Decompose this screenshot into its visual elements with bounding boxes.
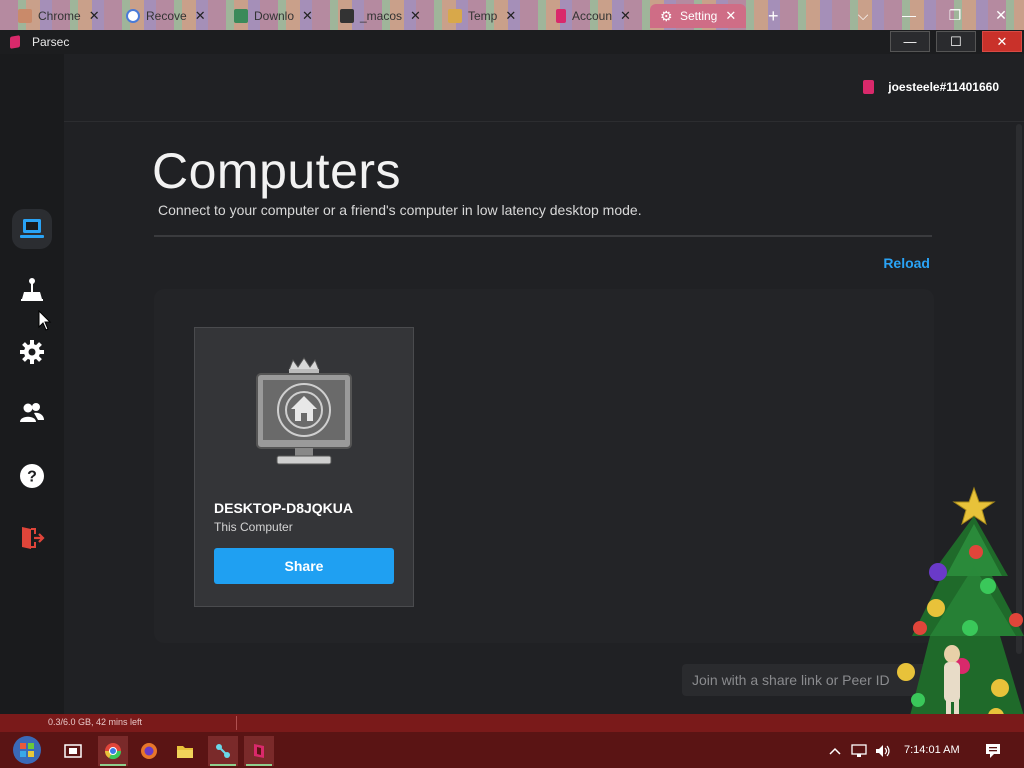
tab-search-icon[interactable]: ⌵ <box>840 0 886 30</box>
parsec-logo-icon <box>863 80 875 94</box>
status-strip: 0.3/6.0 GB, 42 mins left <box>0 714 1024 732</box>
parsec-icon <box>556 9 566 23</box>
taskbar-chrome[interactable] <box>98 736 128 766</box>
computers-panel: DESKTOP-D8JQKUA This Computer Share <box>154 289 934 643</box>
chrome-icon <box>104 743 122 760</box>
taskbar-parsec[interactable] <box>244 736 274 766</box>
browser-tab[interactable]: Recove ✕ <box>126 4 206 28</box>
main-content: joesteele#11401660 Computers Connect to … <box>64 54 1024 714</box>
browser-tab[interactable]: Accoun ✕ <box>556 4 631 28</box>
window-titlebar[interactable]: Parsec — ☐ ✕ <box>0 30 1024 54</box>
close-icon[interactable]: ✕ <box>89 8 100 24</box>
browser-close-button[interactable]: ✕ <box>978 0 1024 30</box>
christmas-tree-widget <box>897 486 1024 730</box>
tab-label: Chrome <box>38 9 81 23</box>
window-minimize-button[interactable]: — <box>890 31 930 52</box>
sidebar-item-help[interactable]: ? <box>12 456 52 496</box>
windows-logo-icon <box>13 736 41 764</box>
share-button[interactable]: Share <box>214 548 394 584</box>
taskbar-file-explorer[interactable] <box>170 736 200 766</box>
action-center-button[interactable] <box>978 736 1008 766</box>
taskbar: 7:14:01 AM <box>0 732 1024 768</box>
new-tab-button[interactable]: + <box>768 4 779 28</box>
top-bar: joesteele#11401660 <box>64 54 1024 122</box>
envelope-icon <box>448 9 462 23</box>
sidebar-item-settings[interactable] <box>12 332 52 372</box>
tab-label: Accoun <box>572 9 613 23</box>
tray-volume-button[interactable] <box>872 736 894 766</box>
browser-minimize-button[interactable]: — <box>886 0 932 30</box>
tab-label: Downlo <box>254 9 295 23</box>
notification-icon <box>986 744 1000 758</box>
status-text: 0.3/6.0 GB, 42 mins left <box>48 717 143 727</box>
tab-label: Temp <box>468 9 498 23</box>
taskbar-network-app[interactable] <box>208 736 238 766</box>
close-icon[interactable]: ✕ <box>302 8 313 24</box>
parsec-icon <box>254 744 264 758</box>
parsec-logo-icon <box>10 35 20 49</box>
browser-tab-strip: Chrome ✕ Recove ✕ Downlo ✕ _macos ✕ Temp… <box>0 0 1024 30</box>
archive-icon <box>340 9 354 23</box>
start-button[interactable] <box>10 733 44 767</box>
close-icon[interactable]: ✕ <box>410 8 421 24</box>
browser-tab-active[interactable]: ⚙ Setting ✕ <box>650 4 747 28</box>
page-subtitle: Connect to your computer or a friend's c… <box>158 202 642 218</box>
gear-icon: ⚙ <box>660 8 673 24</box>
firefox-icon <box>141 743 157 759</box>
sidebar-item-arcade[interactable] <box>12 270 52 310</box>
reload-button[interactable]: Reload <box>883 255 930 271</box>
logout-icon <box>22 527 45 549</box>
network-icon <box>851 744 867 757</box>
window-maximize-button[interactable]: ☐ <box>936 31 976 52</box>
window-title: Parsec <box>32 35 70 49</box>
page-title: Computers <box>152 143 402 199</box>
divider <box>236 716 237 730</box>
users-icon <box>20 403 44 422</box>
laptop-icon <box>20 219 44 238</box>
gear-icon <box>20 340 44 364</box>
joystick-icon <box>21 278 43 301</box>
chevron-up-icon <box>829 747 841 755</box>
google-icon <box>126 9 140 23</box>
sidebar-item-friends[interactable] <box>12 393 52 433</box>
tray-network-button[interactable] <box>848 736 870 766</box>
help-icon: ? <box>20 464 44 488</box>
svg-text:?: ? <box>27 469 37 486</box>
sidebar: ? <box>0 54 64 714</box>
browser-restore-button[interactable]: ❐ <box>932 0 978 30</box>
tab-label: Setting <box>680 9 718 23</box>
computer-name: DESKTOP-D8JQKUA <box>214 500 353 516</box>
sidebar-item-computers[interactable] <box>12 209 52 249</box>
close-icon[interactable]: ✕ <box>620 8 631 24</box>
tab-label: Recove <box>146 9 187 23</box>
mouse-cursor-icon <box>38 310 52 331</box>
close-icon[interactable]: ✕ <box>725 8 736 24</box>
taskbar-clock[interactable]: 7:14:01 AM <box>904 744 960 756</box>
user-menu[interactable]: joesteele#11401660 <box>863 80 999 94</box>
chrome-tab-icon <box>18 9 32 23</box>
close-icon[interactable]: ✕ <box>505 8 516 24</box>
close-icon[interactable]: ✕ <box>195 8 206 24</box>
volume-icon <box>876 745 890 757</box>
download-cloud-icon <box>234 9 248 23</box>
browser-tab[interactable]: Chrome ✕ <box>18 4 100 28</box>
folder-icon <box>177 746 193 758</box>
network-app-icon <box>216 744 230 758</box>
computer-card[interactable]: DESKTOP-D8JQKUA This Computer Share <box>194 327 414 607</box>
username: joesteele#11401660 <box>888 80 999 94</box>
home-computer-icon <box>256 357 352 465</box>
browser-tab[interactable]: Temp ✕ <box>448 4 516 28</box>
taskbar-firefox[interactable] <box>134 736 164 766</box>
window-close-button[interactable]: ✕ <box>982 31 1022 52</box>
tray-overflow-button[interactable] <box>826 736 844 766</box>
sidebar-item-logout[interactable] <box>12 518 52 558</box>
computer-subtitle: This Computer <box>214 520 293 534</box>
tab-label: _macos <box>360 9 403 23</box>
task-view-icon <box>64 744 82 758</box>
browser-tab[interactable]: _macos ✕ <box>340 4 421 28</box>
divider <box>154 235 932 237</box>
task-view-button[interactable] <box>58 736 88 766</box>
browser-tab[interactable]: Downlo ✕ <box>234 4 313 28</box>
parsec-window: Parsec — ☐ ✕ ? joesteele#11401660 Comput… <box>0 30 1024 714</box>
